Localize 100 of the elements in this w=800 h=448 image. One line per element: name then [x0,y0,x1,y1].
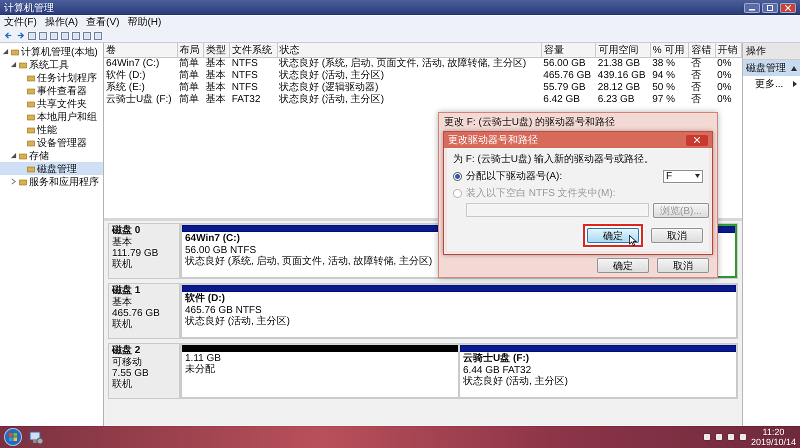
computer-management-icon[interactable] [28,429,44,445]
column-header[interactable]: 可用空间 [596,43,650,58]
partition-status: 状态良好 (活动, 主分区) [463,376,568,387]
column-header[interactable]: 开销 [715,43,742,58]
clock[interactable]: 11:20 2019/10/14 [750,427,796,447]
expand-caret-icon[interactable] [10,152,17,159]
menu-item[interactable]: 操作(A) [44,15,78,29]
column-header[interactable]: 类型 [203,43,230,58]
table-cell: 56.00 GB [541,58,596,70]
table-cell-text: 状态良好 (活动, 主分区) [278,94,386,106]
disk-label-panel[interactable]: 磁盘 1 基本 465.76 GB 联机 [108,283,180,339]
table-cell: 简单 [177,58,204,70]
column-header[interactable]: 文件系统 [230,43,278,58]
table-cell-text: 云骑士U盘 (F:) [105,94,173,106]
column-header[interactable]: 状态 [277,43,542,58]
collapse-icon[interactable] [791,66,797,70]
inner-dialog-title: 更改驱动器号和路径 [448,134,538,147]
tree-item[interactable]: 本地用户和组 [0,110,103,123]
table-cell-text: 状态良好 (活动, 主分区) [278,70,386,82]
tree-item[interactable]: 任务计划程序 [0,71,103,84]
table-cell-text: 28.12 GB [596,82,642,94]
option-label: 装入以下空白 NTFS 文件夹中(M): [466,186,616,200]
forward-icon[interactable] [16,31,25,40]
start-button[interactable] [4,428,22,446]
maximize-button[interactable] [762,2,778,12]
tree-item[interactable]: 事件查看器 [0,84,103,97]
dialog-button[interactable]: 确定 [597,258,649,273]
menu-item[interactable]: 帮助(H) [127,15,162,29]
disk-type: 可移动 [112,357,143,368]
clock-time: 11:20 [762,427,784,437]
table-cell: 38 % [650,58,689,70]
minimize-button[interactable] [744,2,760,12]
close-button[interactable] [686,134,708,146]
dropdown-arrow-icon [695,174,700,178]
actions-section[interactable]: 磁盘管理 [743,60,800,76]
column-header[interactable]: 卷 [104,43,178,58]
expand-caret-icon[interactable] [10,178,17,185]
close-icon [694,137,700,143]
partition-size: 56.00 GB NTFS [185,245,256,256]
expand-caret-icon[interactable] [10,61,17,68]
table-cell-text: 6.42 GB [542,94,581,106]
tree-item[interactable]: 设备管理器 [0,136,103,149]
table-cell-text: NTFS [230,82,259,94]
table-cell-text: 0% [716,70,733,82]
table-cell-text: 0% [716,82,733,94]
table-cell-text: 50 % [651,82,676,94]
column-header[interactable]: 容量 [541,43,596,58]
partition-size: 6.44 GB FAT32 [463,365,532,376]
table-cell: 0% [715,58,742,70]
partition-block[interactable]: 软件 (D:) 465.76 GB NTFS 状态良好 (活动, 主分区) [181,284,737,338]
column-header[interactable]: % 可用 [650,43,689,58]
table-cell-text: NTFS [230,70,259,82]
submenu-arrow-icon [793,81,797,87]
table-cell: NTFS [230,58,278,70]
table-cell-text: 基本 [204,70,226,82]
table-cell-text: 基本 [204,94,226,106]
table-cell: 否 [688,58,716,70]
tree-item[interactable]: 磁盘管理 [0,162,103,175]
radio-button[interactable] [453,172,462,180]
dialog-button[interactable]: 取消 [657,258,709,273]
dialog-prompt: 为 F: (云骑士U盘) 输入新的驱动器号或路径。 [453,152,656,166]
disk-status: 联机 [112,259,133,270]
window-title: 计算机管理 [4,2,54,14]
close-button[interactable] [780,2,796,12]
table-cell-text: 439.16 GB [596,70,647,82]
partition-label: 软件 (D:) [185,293,225,305]
tree-item[interactable]: 共享文件夹 [0,97,103,110]
partition-status: 状态良好 (系统, 启动, 页面文件, 活动, 故障转储, 主分区) [185,256,432,267]
ok-button[interactable]: 确定 [587,228,639,243]
tree-item[interactable]: 计算机管理(本地) [0,45,103,58]
disk-size: 7.55 GB [112,368,150,379]
column-header[interactable]: 容错 [688,43,716,58]
partition-size: 465.76 GB NTFS [185,305,262,316]
table-cell-text: 简单 [178,70,200,82]
expand-caret-icon[interactable] [2,48,9,55]
drive-letter-dropdown[interactable]: F [663,170,703,182]
partition-block[interactable]: 1.11 GB 未分配 [181,344,459,398]
tree-item[interactable]: 性能 [0,123,103,136]
partition-status: 未分配 [185,364,215,375]
back-icon[interactable] [4,31,13,40]
clock-date: 2019/10/14 [750,437,796,447]
table-cell: 基本 [203,58,230,70]
disk-name: 磁盘 1 [112,285,142,296]
menu-item[interactable]: 查看(V) [86,15,120,29]
partition-label: 64Win7 (C:) [185,233,240,245]
disk-label-panel[interactable]: 磁盘 2 可移动 7.55 GB 联机 [108,343,180,399]
cancel-button[interactable]: 取消 [651,228,703,243]
tree-item[interactable]: 服务和应用程序 [0,175,103,188]
disk-size: 465.76 GB [112,308,161,319]
column-header[interactable]: 布局 [177,43,204,58]
disk-label-panel[interactable]: 磁盘 0 基本 111.79 GB 联机 [108,223,180,279]
menu-item[interactable]: 文件(F) [4,15,37,29]
partition-status: 状态良好 (活动, 主分区) [185,316,290,327]
tree-item[interactable]: 存储 [0,149,103,162]
partition-block[interactable]: 云骑士U盘 (F:) 6.44 GB FAT32 状态良好 (活动, 主分区) [459,344,737,398]
table-cell-text: 97 % [651,94,676,106]
tree-item[interactable]: 系统工具 [0,58,103,71]
table-cell: 状态良好 (系统, 启动, 页面文件, 活动, 故障转储, 主分区) [277,58,542,70]
table-cell-text: 基本 [204,82,226,94]
more-actions-item[interactable]: 更多... [743,76,800,92]
